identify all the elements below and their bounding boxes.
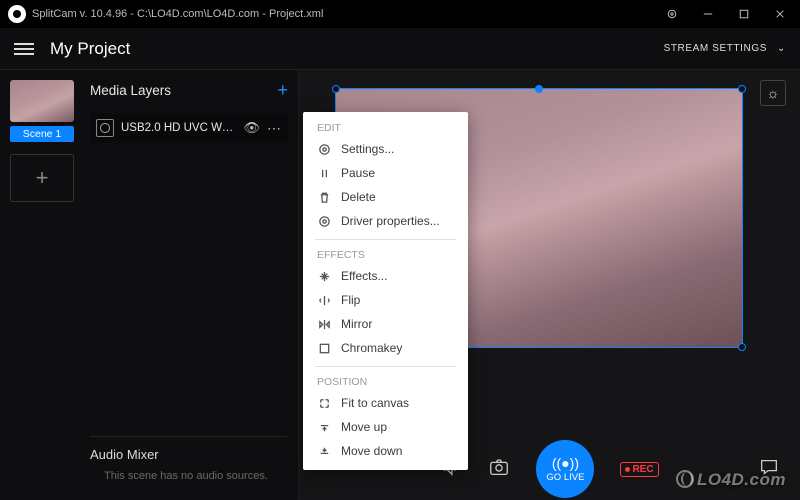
trash-icon: [317, 191, 331, 204]
flip-icon: [317, 294, 331, 307]
gear-icon: [317, 215, 331, 228]
visibility-icon[interactable]: 👁: [243, 120, 260, 136]
move-down-icon: [317, 445, 331, 458]
layer-more-icon[interactable]: ⋯: [267, 120, 282, 137]
layer-item[interactable]: USB2.0 HD UVC WebC... 👁 ⋯: [90, 113, 288, 143]
window-title: SplitCam v. 10.4.96 - C:\LO4D.com\LO4D.c…: [32, 8, 323, 20]
menu-item-move-up[interactable]: Move up: [303, 415, 468, 439]
add-layer-button[interactable]: +: [277, 80, 288, 101]
window-controls: [654, 0, 798, 28]
broadcast-icon: ((●)): [552, 455, 579, 471]
layer-context-menu: EDIT Settings... Pause Delete Driver pro…: [303, 112, 468, 470]
minimize-button[interactable]: [690, 0, 726, 28]
maximize-button[interactable]: [726, 0, 762, 28]
resize-handle[interactable]: [535, 85, 543, 93]
menu-item-flip[interactable]: Flip: [303, 288, 468, 312]
move-up-icon: [317, 421, 331, 434]
sparkle-icon: [317, 270, 331, 283]
pause-icon: [317, 167, 331, 180]
fit-icon: [317, 397, 331, 410]
menu-item-fit-canvas[interactable]: Fit to canvas: [303, 391, 468, 415]
layer-name: USB2.0 HD UVC WebC...: [121, 122, 236, 134]
scene-card[interactable]: Scene 1: [10, 80, 74, 142]
menu-section-position: POSITION: [303, 373, 468, 391]
add-scene-button[interactable]: +: [10, 154, 74, 202]
stream-settings-button[interactable]: STREAM SETTINGS ⌄: [664, 43, 786, 54]
scene-label: Scene 1: [10, 126, 74, 142]
go-live-button[interactable]: ((●)) GO LIVE: [536, 440, 594, 498]
watermark: LO4D.com: [676, 470, 786, 490]
snapshot-button[interactable]: [488, 456, 510, 483]
media-layers-header: Media Layers +: [90, 80, 288, 101]
menu-separator: [315, 239, 456, 240]
menu-item-pause[interactable]: Pause: [303, 161, 468, 185]
media-layers-panel: Media Layers + USB2.0 HD UVC WebC... 👁 ⋯…: [84, 70, 299, 500]
scene-thumbnail: [10, 80, 74, 122]
menu-item-mirror[interactable]: Mirror: [303, 312, 468, 336]
menu-item-delete[interactable]: Delete: [303, 185, 468, 209]
menu-item-move-down[interactable]: Move down: [303, 439, 468, 463]
chromakey-icon: [317, 342, 331, 355]
menu-item-driver-properties[interactable]: Driver properties...: [303, 209, 468, 233]
mirror-icon: [317, 318, 331, 331]
record-button[interactable]: REC: [620, 462, 658, 477]
menu-item-effects[interactable]: Effects...: [303, 264, 468, 288]
settings-window-icon[interactable]: [654, 0, 690, 28]
project-title: My Project: [50, 39, 130, 59]
app-icon: [8, 5, 26, 23]
audio-mixer-title: Audio Mixer: [90, 436, 288, 470]
menu-separator: [315, 366, 456, 367]
stream-settings-label: STREAM SETTINGS: [664, 43, 767, 54]
menu-item-settings[interactable]: Settings...: [303, 137, 468, 161]
resize-handle[interactable]: [738, 343, 746, 351]
menu-section-effects: EFFECTS: [303, 246, 468, 264]
go-live-label: GO LIVE: [546, 472, 584, 483]
brightness-button[interactable]: ☼: [760, 80, 786, 106]
scenes-panel: Scene 1 +: [0, 70, 84, 500]
resize-handle[interactable]: [332, 85, 340, 93]
menu-item-chromakey[interactable]: Chromakey: [303, 336, 468, 360]
gear-icon: [317, 143, 331, 156]
menu-icon[interactable]: [14, 43, 34, 55]
titlebar: SplitCam v. 10.4.96 - C:\LO4D.com\LO4D.c…: [0, 0, 800, 28]
media-layers-title: Media Layers: [90, 83, 171, 98]
chevron-down-icon: ⌄: [777, 43, 786, 54]
app-header: My Project STREAM SETTINGS ⌄: [0, 28, 800, 70]
resize-handle[interactable]: [738, 85, 746, 93]
globe-icon: [676, 470, 694, 488]
webcam-icon: [96, 119, 114, 137]
audio-empty-text: This scene has no audio sources.: [90, 470, 288, 500]
menu-section-edit: EDIT: [303, 119, 468, 137]
preview-tools: ☼: [760, 80, 786, 106]
close-button[interactable]: [762, 0, 798, 28]
